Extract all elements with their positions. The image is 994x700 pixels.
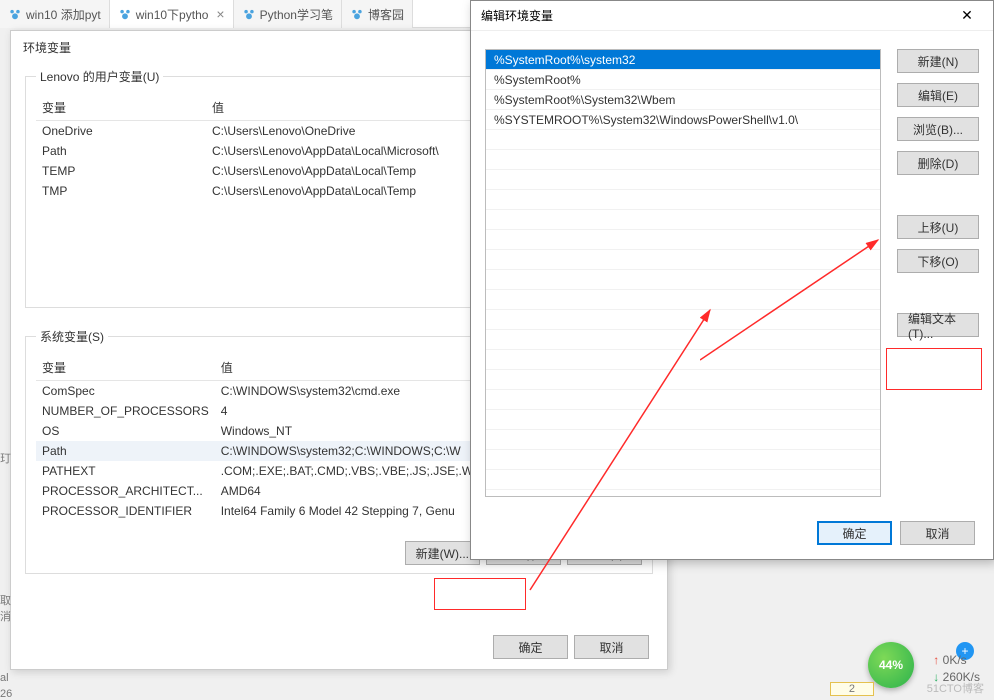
tab-label: win10 添加pyt [26, 6, 101, 23]
close-icon[interactable]: × [216, 7, 224, 21]
cell-var: TEMP [36, 161, 206, 181]
system-vars-legend: 系统变量(S) [36, 328, 108, 345]
list-item-empty[interactable] [486, 210, 880, 230]
tab-1[interactable]: win10 添加pyt [0, 0, 110, 28]
crop-fragment: 26 [0, 688, 18, 700]
list-item-empty[interactable] [486, 270, 880, 290]
list-item[interactable]: %SYSTEMROOT%\System32\WindowsPowerShell\… [486, 110, 880, 130]
list-item[interactable]: %SystemRoot%\System32\Wbem [486, 90, 880, 110]
edit-env-dialog: 编辑环境变量 ✕ %SystemRoot%\system32%SystemRoo… [470, 0, 994, 560]
edit-text-button[interactable]: 编辑文本(T)... [897, 313, 979, 337]
cell-var: NUMBER_OF_PROCESSORS [36, 401, 215, 421]
crop-fragment: 取消 [0, 592, 18, 624]
crop-fragment: 玎 [0, 450, 18, 466]
cell-var: Path [36, 441, 215, 461]
cell-var: OS [36, 421, 215, 441]
list-item-empty[interactable] [486, 290, 880, 310]
list-item[interactable]: %SystemRoot% [486, 70, 880, 90]
list-item-empty[interactable] [486, 350, 880, 370]
list-item-empty[interactable] [486, 150, 880, 170]
list-item-empty[interactable] [486, 190, 880, 210]
cell-var: PROCESSOR_ARCHITECT... [36, 481, 215, 501]
cell-var: Path [36, 141, 206, 161]
user-vars-legend: Lenovo 的用户变量(U) [36, 68, 163, 85]
tab-label: Python学习笔 [260, 6, 333, 23]
paw-icon [350, 7, 364, 21]
ok-button[interactable]: 确定 [493, 635, 568, 659]
col-variable: 变量 [36, 355, 215, 381]
list-item-empty[interactable] [486, 130, 880, 150]
cell-var: OneDrive [36, 121, 206, 142]
cancel-button[interactable]: 取消 [574, 635, 649, 659]
browse-button[interactable]: 浏览(B)... [897, 117, 979, 141]
paw-icon [118, 7, 132, 21]
paw-icon [242, 7, 256, 21]
list-item-empty[interactable] [486, 230, 880, 250]
watermark: 51CTO博客 [927, 680, 984, 696]
tab-2[interactable]: win10下pytho × [110, 0, 234, 28]
tab-4[interactable]: 博客园 [342, 0, 413, 28]
list-item-empty[interactable] [486, 170, 880, 190]
sys-new-button[interactable]: 新建(W)... [405, 541, 480, 565]
tab-3[interactable]: Python学习笔 [234, 0, 342, 28]
upload-speed: 0K/s [933, 652, 980, 669]
cell-var: PROCESSOR_IDENTIFIER [36, 501, 215, 521]
dialog2-title: 编辑环境变量 [481, 7, 553, 24]
tab-label: 博客园 [368, 6, 404, 23]
new-button[interactable]: 新建(N) [897, 49, 979, 73]
list-item-empty[interactable] [486, 250, 880, 270]
cell-var: PATHEXT [36, 461, 215, 481]
list-item-empty[interactable] [486, 410, 880, 430]
col-variable: 变量 [36, 95, 206, 121]
edit-button[interactable]: 编辑(E) [897, 83, 979, 107]
bottom-counter: 2 [830, 682, 874, 696]
list-item-empty[interactable] [486, 310, 880, 330]
cancel-button[interactable]: 取消 [900, 521, 975, 545]
percent-badge[interactable]: 44% [868, 642, 914, 688]
tab-label: win10下pytho [136, 6, 209, 23]
move-down-button[interactable]: 下移(O) [897, 249, 979, 273]
list-item-empty[interactable] [486, 450, 880, 470]
close-icon[interactable]: ✕ [947, 4, 987, 28]
browser-tab-bar: win10 添加pyt win10下pytho × Python学习笔 博客园 [0, 0, 470, 28]
delete-button[interactable]: 删除(D) [897, 151, 979, 175]
list-item-empty[interactable] [486, 330, 880, 350]
list-item-empty[interactable] [486, 390, 880, 410]
list-item-empty[interactable] [486, 470, 880, 490]
crop-fragment: al [0, 672, 18, 684]
cell-var: ComSpec [36, 381, 215, 402]
ok-button[interactable]: 确定 [817, 521, 892, 545]
list-item-empty[interactable] [486, 430, 880, 450]
paw-icon [8, 7, 22, 21]
list-item[interactable]: %SystemRoot%\system32 [486, 50, 880, 70]
list-item-empty[interactable] [486, 370, 880, 390]
path-listbox[interactable]: %SystemRoot%\system32%SystemRoot%%System… [485, 49, 881, 497]
cell-var: TMP [36, 181, 206, 201]
move-up-button[interactable]: 上移(U) [897, 215, 979, 239]
